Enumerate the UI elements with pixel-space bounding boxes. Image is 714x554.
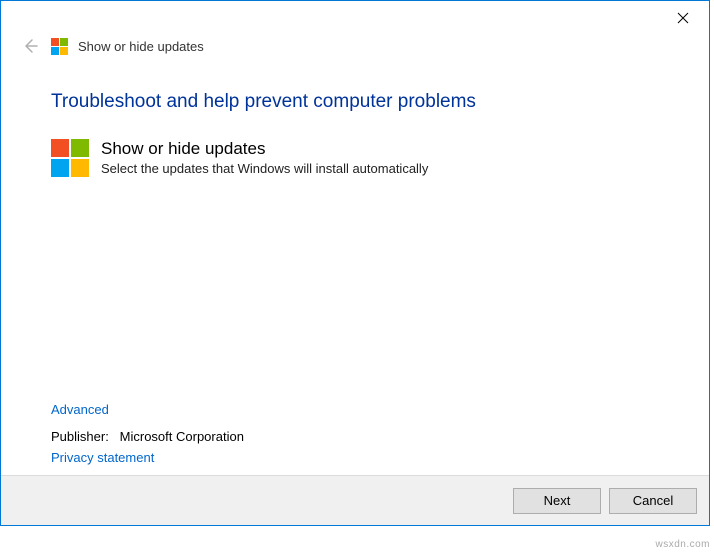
content-area: Troubleshoot and help prevent computer p… [1, 71, 709, 475]
bottom-links: Advanced Publisher: Microsoft Corporatio… [51, 402, 244, 465]
publisher-value: Microsoft Corporation [120, 429, 244, 444]
back-button[interactable] [19, 35, 41, 57]
troubleshooter-window: Show or hide updates Troubleshoot and he… [0, 0, 710, 526]
cancel-button[interactable]: Cancel [609, 488, 697, 514]
troubleshooter-item[interactable]: Show or hide updates Select the updates … [51, 139, 659, 177]
publisher-row: Publisher: Microsoft Corporation [51, 429, 244, 444]
page-heading: Troubleshoot and help prevent computer p… [51, 91, 659, 113]
item-title: Show or hide updates [101, 139, 428, 159]
wizard-title: Show or hide updates [78, 39, 204, 54]
watermark: wsxdn.com [655, 539, 710, 550]
button-bar: Next Cancel [1, 475, 709, 525]
back-arrow-icon [21, 37, 39, 55]
close-button[interactable] [661, 3, 705, 33]
header-row: Show or hide updates [1, 35, 709, 71]
advanced-link[interactable]: Advanced [51, 402, 109, 417]
item-text: Show or hide updates Select the updates … [101, 139, 428, 176]
item-description: Select the updates that Windows will ins… [101, 161, 428, 176]
next-button[interactable]: Next [513, 488, 601, 514]
titlebar [1, 1, 709, 35]
privacy-statement-link[interactable]: Privacy statement [51, 450, 154, 465]
close-icon [677, 12, 689, 24]
publisher-label: Publisher: [51, 429, 109, 444]
microsoft-logo-icon [51, 139, 89, 177]
microsoft-logo-icon [51, 38, 68, 55]
